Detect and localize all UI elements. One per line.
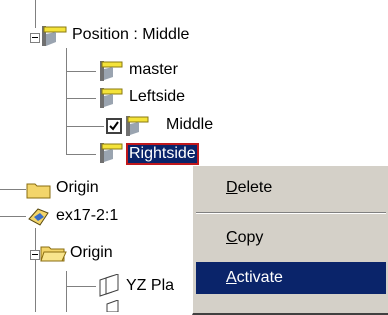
plane-icon xyxy=(99,274,119,297)
tree-line xyxy=(66,154,96,155)
menu-item-label: elete xyxy=(237,179,273,196)
part-icon xyxy=(28,208,49,226)
position-flag-icon xyxy=(100,143,123,163)
tree-line xyxy=(35,0,36,28)
collapse-toggle[interactable] xyxy=(30,33,40,43)
tree-line xyxy=(0,216,26,217)
tree-line xyxy=(66,98,96,99)
folder-icon xyxy=(26,183,51,199)
tree-item-origin[interactable]: Origin xyxy=(54,178,101,198)
tree-line xyxy=(66,71,96,72)
tree-item-middle[interactable]: Middle xyxy=(164,115,215,135)
position-node-label[interactable]: Position : Middle xyxy=(70,25,191,45)
tree-item-yz-plane[interactable]: YZ Pla xyxy=(124,276,176,296)
tree-line xyxy=(66,271,67,312)
tree-line xyxy=(66,126,104,127)
checkmark-icon xyxy=(109,121,119,131)
position-flag-icon xyxy=(100,88,123,108)
position-flag-icon xyxy=(42,26,67,46)
plane-icon xyxy=(106,300,119,312)
menu-item-copy[interactable]: Copy xyxy=(196,222,386,254)
menu-item-mnemonic: C xyxy=(226,229,238,246)
menu-item-label: opy xyxy=(237,229,264,246)
menu-item-mnemonic: A xyxy=(226,269,237,286)
position-flag-icon xyxy=(126,116,149,136)
tree-item-rightside[interactable]: Rightside xyxy=(126,143,199,165)
position-flag-icon xyxy=(100,61,123,81)
menu-separator xyxy=(196,212,386,214)
menu-item-mnemonic: D xyxy=(226,179,238,196)
tree-line xyxy=(66,48,67,155)
menu-item-activate[interactable]: Activate xyxy=(196,262,386,294)
collapse-toggle[interactable] xyxy=(30,250,40,260)
context-menu: Delete Copy Activate xyxy=(192,165,388,315)
tree-line xyxy=(66,286,96,287)
menu-item-delete[interactable]: Delete xyxy=(196,172,386,204)
tree-item-part[interactable]: ex17-2:1 xyxy=(54,206,120,226)
tree-item-master[interactable]: master xyxy=(127,60,180,80)
active-checkbox[interactable] xyxy=(106,118,122,134)
folder-open-icon xyxy=(40,246,67,262)
tree-item-leftside[interactable]: Leftside xyxy=(127,87,187,107)
tree-line xyxy=(0,189,26,190)
tree-item-part-origin[interactable]: Origin xyxy=(68,243,115,263)
tree-line xyxy=(35,228,36,312)
menu-item-label: ctivate xyxy=(236,269,283,286)
